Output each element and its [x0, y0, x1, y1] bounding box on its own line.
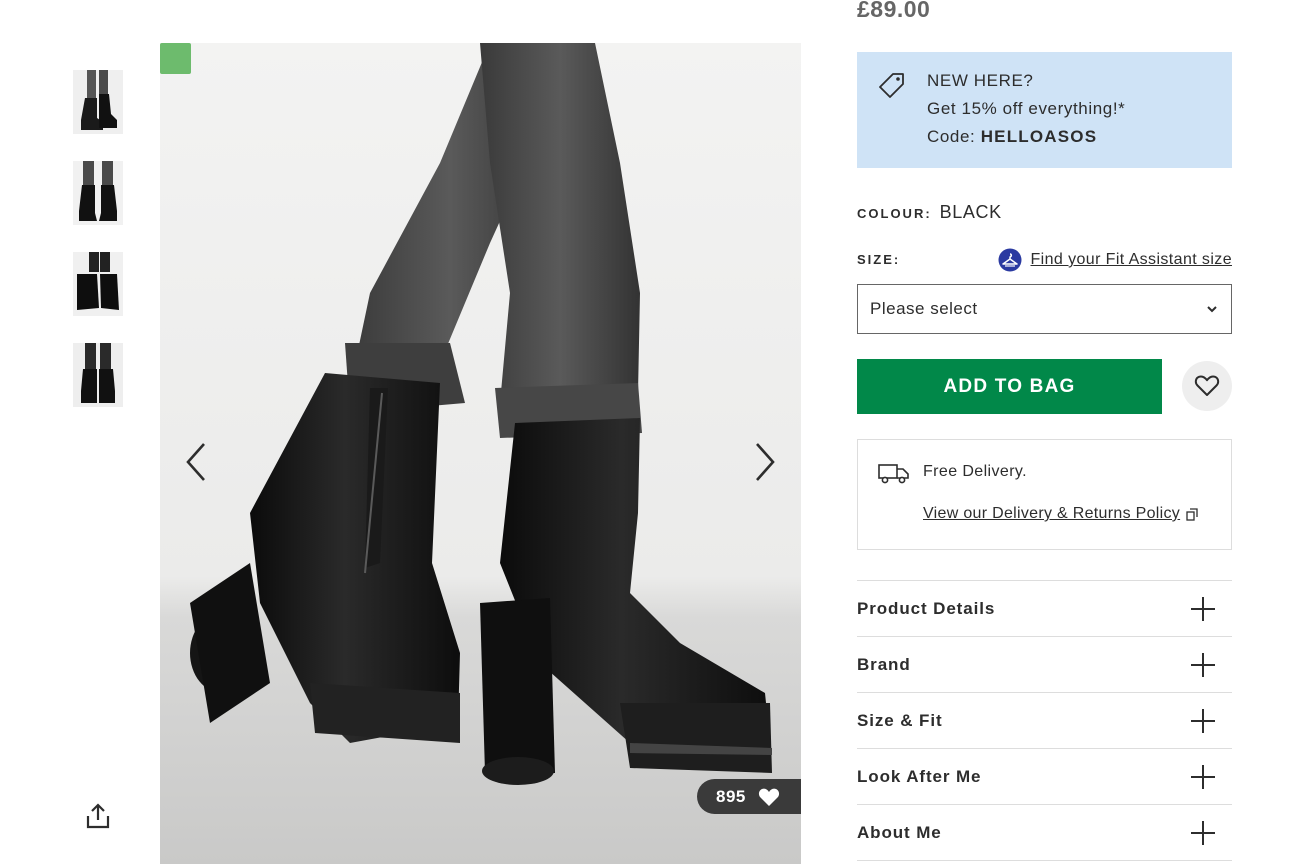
chevron-left-icon — [186, 443, 205, 481]
promo-offer: Get 15% off everything!* — [927, 99, 1126, 118]
accordion-look-after-me[interactable]: Look After Me — [857, 749, 1232, 805]
size-select-value: Please select — [870, 299, 978, 318]
chevron-right-icon — [756, 443, 775, 481]
accordion-label: About Me — [857, 822, 942, 842]
thumbnail-4[interactable] — [73, 343, 123, 407]
accordion-size-fit[interactable]: Size & Fit — [857, 693, 1232, 749]
heart-icon — [758, 788, 779, 806]
add-to-bag-button[interactable]: ADD TO BAG — [857, 359, 1162, 414]
accordion-label: Product Details — [857, 598, 996, 618]
fit-assistant-link[interactable]: Find your Fit Assistant size — [998, 248, 1233, 272]
delivery-policy-text: View our Delivery & Returns Policy — [923, 505, 1181, 522]
heart-outline-icon — [1194, 375, 1220, 396]
plus-icon — [1191, 820, 1215, 845]
save-for-later-button[interactable] — [1182, 361, 1232, 411]
boot-thumbnail-icon — [73, 252, 123, 316]
promo-code-line: Code: HELLOASOS — [927, 123, 1125, 151]
likes-badge[interactable]: 895 — [697, 779, 801, 814]
plus-icon — [1191, 764, 1215, 789]
next-image-button[interactable] — [745, 440, 785, 484]
free-delivery-text: Free Delivery. — [923, 463, 1027, 480]
accordion-about-me[interactable]: About Me — [857, 805, 1232, 861]
boots-photo — [160, 43, 801, 864]
plus-icon — [1191, 708, 1215, 733]
accordion-brand[interactable]: Brand — [857, 637, 1232, 693]
promo-code-label: Code: — [927, 127, 981, 146]
thumbnail-2[interactable] — [73, 161, 123, 225]
product-main-image — [160, 43, 801, 864]
thumbnail-3[interactable] — [73, 252, 123, 316]
promo-headline: NEW HERE? — [927, 71, 1034, 90]
promo-banner: NEW HERE? Get 15% off everything!* Code:… — [857, 52, 1232, 168]
boot-thumbnail-icon — [73, 343, 123, 407]
colour-value: BLACK — [939, 202, 1002, 222]
plus-icon — [1191, 596, 1215, 621]
fit-assistant-text: Find your Fit Assistant size — [1030, 251, 1232, 268]
plus-icon — [1191, 652, 1215, 677]
product-info-accordion: Product Details Brand Size & Fit Look Af… — [857, 580, 1232, 861]
boot-thumbnail-icon — [73, 161, 123, 225]
likes-count: 895 — [716, 786, 746, 806]
size-row: SIZE: Find your Fit Assistant size — [857, 246, 1232, 276]
chevron-down-icon — [1207, 306, 1217, 313]
accordion-label: Size & Fit — [857, 710, 943, 730]
colour-row: COLOUR: BLACK — [857, 202, 1002, 223]
external-link-icon — [1186, 507, 1198, 521]
accordion-product-details[interactable]: Product Details — [857, 581, 1232, 637]
hanger-icon — [998, 248, 1021, 272]
delivery-policy-link[interactable]: View our Delivery & Returns Policy — [923, 505, 1198, 523]
thumbnail-list — [73, 70, 123, 434]
accordion-label: Look After Me — [857, 766, 982, 786]
price-tag-icon — [879, 73, 904, 98]
truck-icon — [878, 464, 909, 484]
share-button[interactable] — [84, 802, 112, 830]
delivery-box: Free Delivery. View our Delivery & Retur… — [857, 439, 1232, 550]
share-icon — [86, 803, 110, 829]
product-price: £89.00 — [857, 0, 931, 22]
colour-label: COLOUR: — [857, 206, 932, 221]
size-select[interactable]: Please select — [857, 284, 1232, 334]
previous-image-button[interactable] — [178, 440, 218, 484]
accordion-label: Brand — [857, 654, 911, 674]
boot-thumbnail-icon — [73, 70, 123, 134]
image-badge — [160, 43, 191, 74]
size-label: SIZE: — [857, 252, 901, 267]
promo-code: HELLOASOS — [980, 127, 1098, 146]
thumbnail-1[interactable] — [73, 70, 123, 134]
